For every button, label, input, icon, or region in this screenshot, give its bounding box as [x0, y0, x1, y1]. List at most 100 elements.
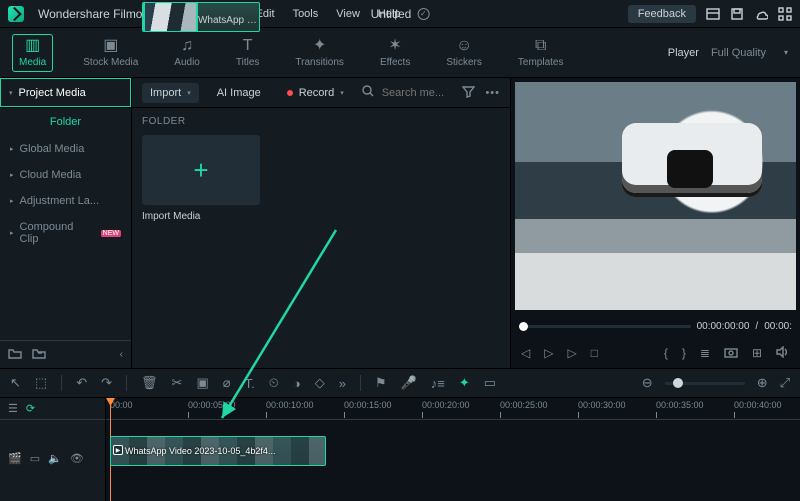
- timeline-ruler[interactable]: 00:0000:00:05:0000:00:10:0000:00:15:0000…: [106, 398, 800, 420]
- new-bin-icon[interactable]: [32, 347, 46, 362]
- record-button[interactable]: Record▾: [279, 83, 352, 103]
- marker-icon[interactable]: ⚑: [375, 375, 387, 391]
- mark-in-icon[interactable]: {: [664, 346, 668, 360]
- chevron-down-icon: ▾: [784, 48, 788, 57]
- zoom-out-icon[interactable]: ⊖: [642, 375, 653, 391]
- select-tool-icon[interactable]: ⬚: [35, 375, 47, 391]
- preview-viewport[interactable]: [515, 82, 796, 310]
- tab-transitions-label: Transitions: [295, 57, 344, 68]
- feedback-button[interactable]: Feedback: [628, 5, 696, 23]
- zoom-in-icon[interactable]: ⊕: [757, 375, 768, 391]
- keyframe-icon[interactable]: ◇: [315, 375, 325, 391]
- filter-icon[interactable]: [462, 85, 475, 101]
- collapse-sidebar-icon[interactable]: ‹: [120, 349, 123, 360]
- sidebar-item-global-media[interactable]: ▸Global Media: [0, 136, 131, 162]
- document-title-group: Untitled ✓: [371, 7, 430, 21]
- sidebar-item-label: Cloud Media: [20, 169, 82, 181]
- delete-icon[interactable]: 🗑: [141, 375, 158, 391]
- effects-icon: ✶: [388, 38, 401, 54]
- prev-frame-icon[interactable]: ◁: [521, 346, 530, 360]
- ruler-tick: 00:00:30:00: [578, 400, 626, 410]
- record-label: Record: [299, 87, 334, 99]
- tab-audio-label: Audio: [174, 57, 200, 68]
- cloud-icon[interactable]: [754, 7, 768, 21]
- import-button[interactable]: Import▾: [142, 83, 199, 103]
- snapshot-icon[interactable]: [724, 346, 738, 361]
- speed-icon[interactable]: ⏲: [269, 375, 279, 391]
- sidebar-item-label: Compound Clip: [20, 221, 93, 245]
- track-eye-icon[interactable]: 👁: [70, 452, 84, 465]
- timeline: ☰ ⟳ 🎬 ▭ 🔈 👁 00:0000:00:05:0000:00:10:000…: [0, 398, 800, 501]
- volume-icon[interactable]: [776, 346, 790, 361]
- video-track[interactable]: ▶ WhatsApp Video 2023-10-05_4b2f4...: [106, 434, 800, 468]
- layout-icon[interactable]: [706, 7, 720, 21]
- preview-frame: [515, 82, 796, 310]
- link-icon[interactable]: ⌀: [223, 375, 231, 391]
- ai-image-button[interactable]: AI Image: [209, 83, 269, 103]
- marker-list-icon[interactable]: ≣: [700, 346, 710, 360]
- search-input[interactable]: [380, 86, 448, 100]
- tab-stickers[interactable]: ☺Stickers: [440, 35, 488, 71]
- more-tools-icon[interactable]: »: [339, 376, 346, 391]
- import-tile-label: Import Media: [142, 211, 260, 222]
- color-icon[interactable]: ◑: [293, 376, 301, 391]
- sidebar-item-cloud-media[interactable]: ▸Cloud Media: [0, 162, 131, 188]
- save-icon[interactable]: [730, 7, 744, 21]
- voiceover-icon[interactable]: 🎤: [401, 375, 417, 391]
- progress-knob-icon[interactable]: [519, 322, 528, 331]
- menu-view[interactable]: View: [336, 8, 360, 20]
- new-folder-icon[interactable]: [8, 347, 22, 362]
- track-headers: ☰ ⟳ 🎬 ▭ 🔈 👁: [0, 398, 106, 501]
- sidebar-item-label: Adjustment La...: [20, 195, 100, 207]
- transitions-icon: ✦: [313, 38, 326, 54]
- timeline-toolbar: ↖ ⬚ ↶ ↷ 🗑 ✂ ▣ ⌀ T. ⏲ ◑ ◇ » ⚑ 🎤 ♪≡ ✦ ▭ ⊖ …: [0, 368, 800, 398]
- preview-time-current: 00:00:00:00: [697, 321, 750, 332]
- document-title[interactable]: Untitled: [371, 7, 412, 21]
- text-tool-icon[interactable]: T.: [245, 376, 255, 391]
- timeline-link-icon[interactable]: ⟳: [26, 402, 35, 415]
- project-media-button[interactable]: ▾ Project Media: [0, 78, 131, 107]
- chevron-down-icon: ▾: [187, 89, 191, 97]
- tab-effects[interactable]: ✶Effects: [374, 35, 416, 71]
- split-icon[interactable]: ✂: [172, 375, 183, 391]
- zoom-slider[interactable]: [665, 382, 745, 385]
- settings-quality-icon[interactable]: ⊞: [752, 346, 762, 360]
- pointer-tool-icon[interactable]: ↖: [10, 375, 21, 391]
- crop-icon[interactable]: ▣: [196, 375, 208, 391]
- zoom-fit-icon[interactable]: ⤢: [780, 375, 790, 391]
- mark-out-icon[interactable]: }: [682, 346, 686, 360]
- ruler-tick: 00:00:35:00: [656, 400, 704, 410]
- render-icon[interactable]: ▭: [484, 375, 496, 391]
- timeline-list-icon[interactable]: ☰: [8, 402, 18, 415]
- track-visible-icon[interactable]: 🔈: [48, 452, 62, 465]
- import-media-tile[interactable]: + Import Media: [142, 135, 260, 222]
- sidebar-item-compound-clip[interactable]: ▸Compound ClipNEW: [0, 214, 131, 252]
- more-icon[interactable]: •••: [485, 87, 500, 99]
- tab-audio[interactable]: ♫Audio: [168, 35, 206, 71]
- timeline-clip[interactable]: ▶ WhatsApp Video 2023-10-05_4b2f4...: [110, 436, 326, 466]
- play-forward-icon[interactable]: ▷: [567, 346, 576, 360]
- undo-icon[interactable]: ↶: [76, 375, 87, 391]
- tab-templates[interactable]: ⧉Templates: [512, 35, 570, 71]
- preview-progress[interactable]: [519, 325, 691, 328]
- section-label: FOLDER: [142, 116, 500, 127]
- media-panel: Import▾ AI Image Record▾ ••• FOLDER + Im…: [132, 78, 510, 368]
- stop-icon[interactable]: □: [591, 346, 598, 360]
- tab-media[interactable]: ▥Media: [12, 34, 53, 72]
- auto-beat-icon[interactable]: ✦: [459, 375, 470, 391]
- player-quality-select[interactable]: Full Quality ▾: [711, 47, 788, 59]
- preview-time-total: 00:00:: [764, 321, 792, 332]
- zoom-knob-icon[interactable]: [673, 378, 683, 388]
- tab-stock-media[interactable]: ▣Stock Media: [77, 35, 144, 71]
- tab-transitions[interactable]: ✦ Transitions: [289, 35, 350, 71]
- menu-tools[interactable]: Tools: [293, 8, 319, 20]
- ruler-tick: 00:00:25:00: [500, 400, 548, 410]
- apps-icon[interactable]: [778, 7, 792, 21]
- track-lock-icon[interactable]: ▭: [30, 452, 40, 465]
- mixer-icon[interactable]: ♪≡: [431, 376, 445, 391]
- redo-icon[interactable]: ↷: [101, 375, 112, 391]
- chevron-right-icon: ▸: [10, 229, 14, 237]
- tab-titles[interactable]: TTitles: [230, 35, 266, 71]
- sidebar-item-adjustment-layer[interactable]: ▸Adjustment La...: [0, 188, 131, 214]
- play-icon[interactable]: ▷: [544, 346, 553, 360]
